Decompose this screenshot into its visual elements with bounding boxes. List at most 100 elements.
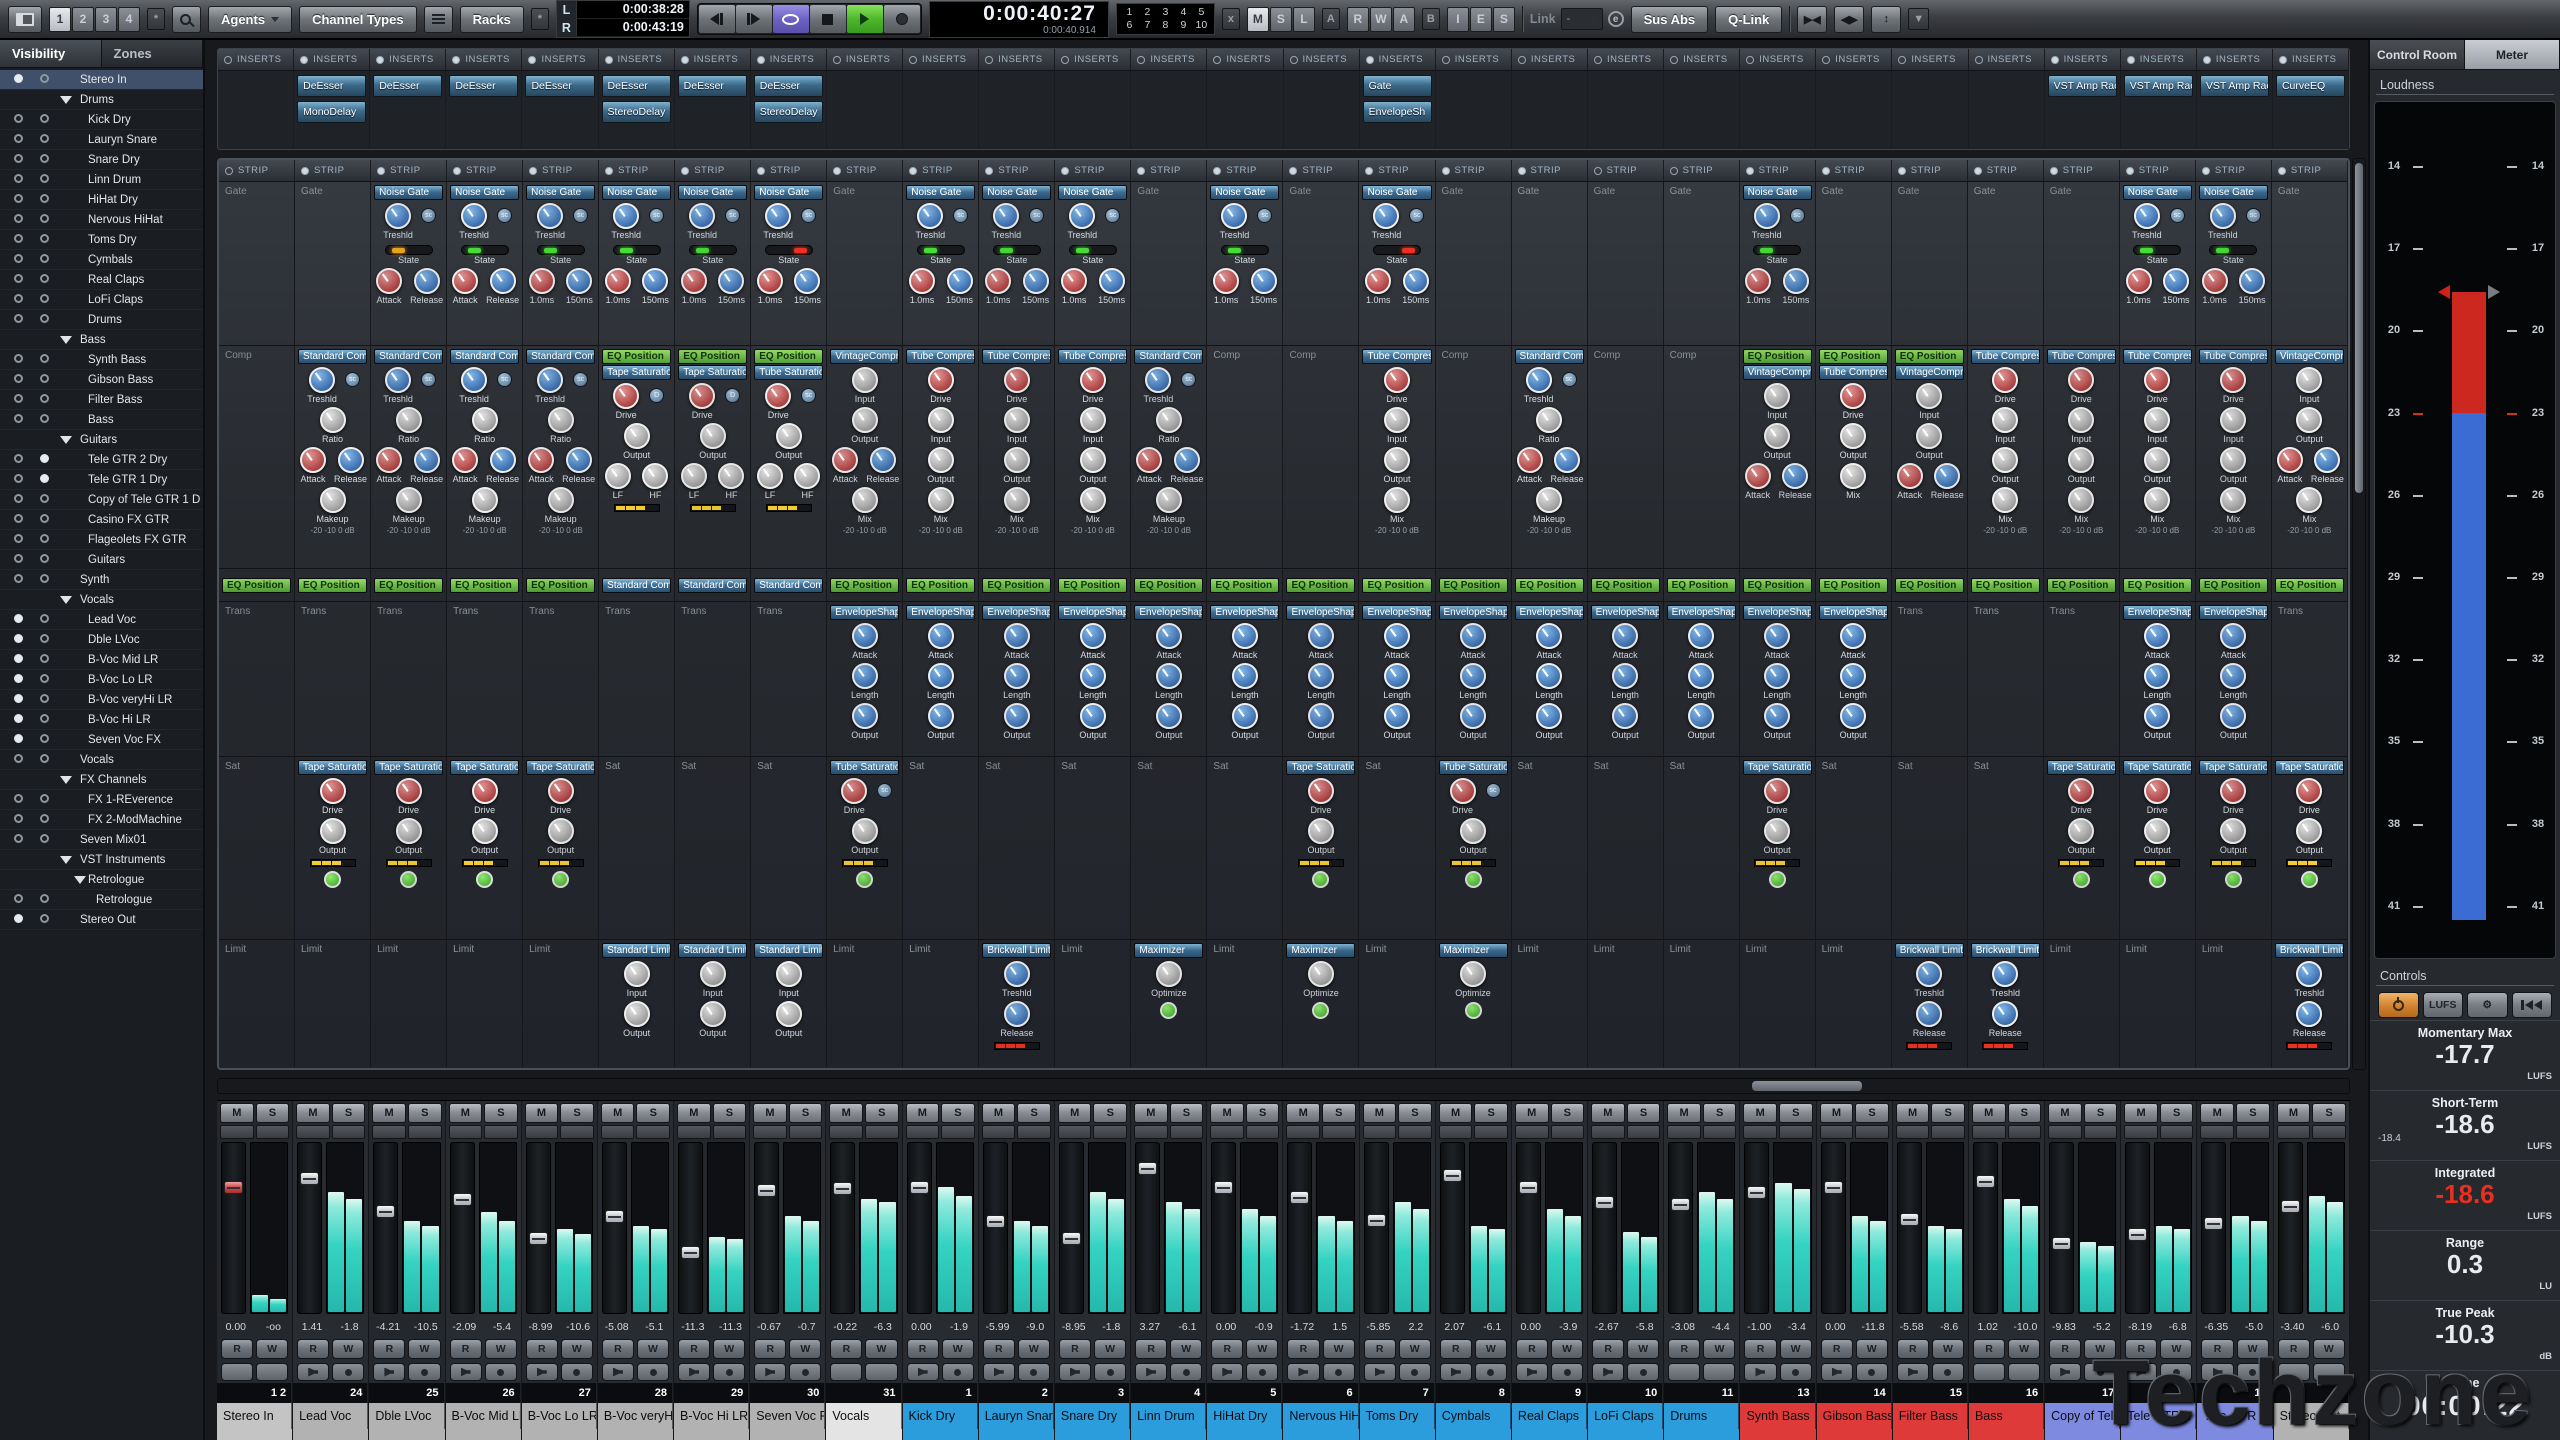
monitor-button[interactable] bbox=[754, 1363, 786, 1381]
comp-slot[interactable]: EQ PositionTape SaturationDriveDOutputLF… bbox=[675, 346, 750, 569]
knob-drive[interactable] bbox=[765, 383, 791, 409]
inserts-header[interactable]: INSERTS bbox=[1512, 49, 1588, 70]
module-title[interactable]: EQ Position bbox=[1819, 349, 1888, 364]
scrollbar-thumb[interactable] bbox=[2355, 163, 2363, 493]
gate-slot[interactable]: Gate bbox=[1892, 182, 1967, 346]
strip-state-dot[interactable] bbox=[529, 167, 537, 175]
knob-release[interactable] bbox=[2314, 447, 2340, 473]
knob-mix[interactable] bbox=[1384, 487, 1410, 513]
knob-attack[interactable] bbox=[1536, 623, 1562, 649]
knob-gate[interactable] bbox=[794, 268, 820, 294]
solo-button[interactable]: S bbox=[636, 1103, 670, 1123]
knob-output[interactable] bbox=[776, 423, 802, 449]
module-subtitle[interactable]: Tube Saturation bbox=[754, 365, 823, 380]
window-layout-button[interactable] bbox=[8, 6, 42, 33]
eq-position-chip[interactable]: EQ Position bbox=[2275, 578, 2344, 593]
eq-position-chip[interactable]: EQ Position bbox=[906, 578, 975, 593]
module-title[interactable]: Tube Compressor bbox=[1971, 349, 2040, 364]
knob-attack[interactable] bbox=[832, 447, 858, 473]
zone-dot[interactable] bbox=[40, 114, 49, 123]
knob-input[interactable] bbox=[700, 961, 726, 987]
knob-output[interactable] bbox=[700, 1001, 726, 1027]
module-title[interactable]: EnvelopeShaper bbox=[1819, 605, 1888, 620]
knob-length[interactable] bbox=[1308, 663, 1334, 689]
fader-track[interactable] bbox=[1364, 1142, 1389, 1314]
module-title[interactable]: Tape Saturation bbox=[2123, 760, 2192, 775]
limit-slot[interactable]: Limit bbox=[2120, 940, 2195, 1070]
strip-header[interactable]: STRIP bbox=[2272, 160, 2348, 181]
knob-attack[interactable] bbox=[1764, 623, 1790, 649]
zone-dot[interactable] bbox=[40, 734, 49, 743]
sidechain-button[interactable]: sc bbox=[421, 372, 436, 387]
gate-slot[interactable]: Noise GateTreshldscState1.0ms150ms bbox=[1055, 182, 1130, 346]
insert-slot-button[interactable]: DeEsser bbox=[525, 75, 594, 97]
insert-slot-button[interactable]: DeEsser bbox=[449, 75, 518, 97]
module-subtitle[interactable]: VintageCompressor bbox=[1743, 365, 1812, 380]
mute-button[interactable]: M bbox=[1439, 1103, 1473, 1123]
knob-ratio[interactable] bbox=[1156, 407, 1182, 433]
solo-button[interactable]: S bbox=[408, 1103, 442, 1123]
channel-name[interactable]: HiHat Dry bbox=[1207, 1403, 1282, 1429]
inserts-state-dot[interactable] bbox=[1290, 56, 1298, 64]
monitor-button[interactable] bbox=[2125, 1363, 2157, 1381]
solo-button[interactable]: S bbox=[713, 1103, 747, 1123]
module-subtitle[interactable]: VintageCompressor bbox=[1895, 365, 1964, 380]
track-group-row[interactable]: Vocals bbox=[0, 590, 203, 610]
limit-slot[interactable]: Standard LimiterInputOutput bbox=[675, 940, 750, 1070]
edit-channel-button[interactable] bbox=[1743, 1125, 1777, 1139]
strip-header[interactable]: STRIP bbox=[827, 160, 903, 181]
racks-star-button[interactable]: * bbox=[531, 8, 549, 30]
trans-slot[interactable]: EnvelopeShaperAttackLengthOutput bbox=[827, 602, 902, 757]
module-on-button[interactable] bbox=[2225, 871, 2242, 888]
primary-time-display[interactable]: 0:00:40:27 0:00:40.914 bbox=[929, 1, 1109, 38]
solo-button[interactable]: S bbox=[1246, 1103, 1280, 1123]
zone-dot[interactable] bbox=[40, 174, 49, 183]
zone-dot[interactable] bbox=[40, 194, 49, 203]
module-on-button[interactable] bbox=[1160, 1002, 1177, 1019]
eq-position-chip[interactable]: Standard Comp bbox=[678, 578, 747, 593]
sat-slot[interactable]: Sat bbox=[599, 757, 674, 940]
sat-slot[interactable]: Tape SaturationDriveOutput bbox=[2272, 757, 2347, 940]
read-automation-button[interactable]: R bbox=[2278, 1339, 2310, 1359]
link-indicator-button[interactable] bbox=[256, 1125, 290, 1139]
mute-button[interactable]: M bbox=[601, 1103, 635, 1123]
module-title[interactable]: Tape Saturation bbox=[526, 760, 595, 775]
trans-slot[interactable]: EnvelopeShaperAttackLengthOutput bbox=[1512, 602, 1587, 757]
strip-state-dot[interactable] bbox=[1442, 167, 1450, 175]
knob-attack[interactable] bbox=[1156, 623, 1182, 649]
strip-header[interactable]: STRIP bbox=[675, 160, 751, 181]
zone-dot[interactable] bbox=[40, 534, 49, 543]
knob-mix[interactable] bbox=[2220, 487, 2246, 513]
listen-button[interactable] bbox=[1856, 1363, 1888, 1381]
knob-input[interactable] bbox=[2296, 367, 2322, 393]
channel-name[interactable]: Tele GTR 1 Dry bbox=[2197, 1403, 2272, 1429]
edit-channel-button[interactable] bbox=[1210, 1125, 1244, 1139]
knob-makeup[interactable] bbox=[320, 487, 346, 513]
knob-length[interactable] bbox=[1688, 663, 1714, 689]
inserts-state-dot[interactable] bbox=[1518, 56, 1526, 64]
limit-slot[interactable]: Standard LimiterInputOutput bbox=[599, 940, 674, 1070]
solo-button[interactable]: S bbox=[1551, 1103, 1585, 1123]
edit-channel-button[interactable] bbox=[296, 1125, 330, 1139]
knob-output[interactable] bbox=[2068, 447, 2094, 473]
link-indicator-button[interactable] bbox=[1322, 1125, 1356, 1139]
monitor-button[interactable] bbox=[2049, 1363, 2081, 1381]
strip-header[interactable]: STRIP bbox=[751, 160, 827, 181]
strip-state-dot[interactable] bbox=[1822, 167, 1830, 175]
fader-handle[interactable] bbox=[833, 1182, 852, 1195]
eq-position-slot[interactable]: EQ Position bbox=[1588, 569, 1663, 602]
visibility-dot[interactable] bbox=[14, 414, 23, 423]
read-automation-button[interactable]: R bbox=[526, 1339, 558, 1359]
locators[interactable]: L 0:00:38:28 R 0:00:43:19 bbox=[556, 0, 690, 38]
write-automation-button[interactable]: W bbox=[485, 1339, 517, 1359]
monitor-button[interactable] bbox=[830, 1363, 862, 1381]
sidechain-button[interactable]: sc bbox=[421, 208, 436, 223]
knob-input[interactable] bbox=[2144, 407, 2170, 433]
knob-treshld[interactable] bbox=[689, 203, 715, 229]
knob-attack[interactable] bbox=[528, 447, 554, 473]
fader-track[interactable] bbox=[1668, 1142, 1693, 1314]
zone-dot[interactable] bbox=[40, 294, 49, 303]
knob-output[interactable] bbox=[700, 423, 726, 449]
eq-position-chip[interactable]: EQ Position bbox=[1667, 578, 1736, 593]
config-slot-button[interactable]: 4 bbox=[118, 7, 140, 32]
